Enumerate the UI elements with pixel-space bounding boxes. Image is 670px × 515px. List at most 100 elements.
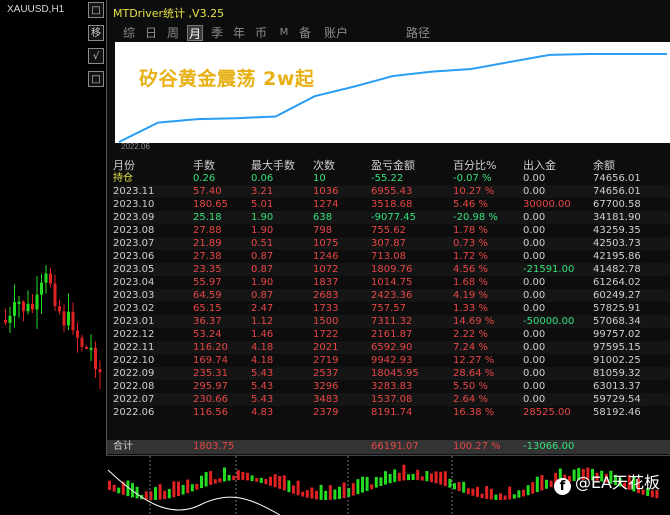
cell-lots: 64.59 [193, 290, 222, 301]
cell-month: 2023.03 [113, 290, 155, 301]
cell-max-lots: 1.46 [251, 329, 274, 340]
cell-balance: 61264.02 [593, 277, 641, 288]
candle-body [158, 484, 162, 500]
tab-10[interactable]: 路径 [403, 25, 433, 41]
panel-title: MTDriver统计 ,V3.25 [113, 7, 225, 20]
table-row: 2023.03 64.59 0.87 2683 2423.36 4.19 % 0.00 602… [113, 289, 670, 302]
cell-count: 2379 [313, 407, 339, 418]
tab-6[interactable]: 币 [253, 25, 269, 41]
cell-pnl: 3283.83 [371, 381, 413, 392]
candle-body [172, 481, 176, 498]
candle-body [407, 474, 410, 481]
cell-max-lots: 0.87 [251, 264, 274, 275]
candle-body [269, 476, 272, 486]
cell-lots: 180.65 [193, 199, 228, 210]
candle-body [508, 486, 512, 500]
candle-body [370, 484, 374, 490]
candle-body [76, 330, 79, 338]
cell-flow: -21591.00 [523, 264, 575, 275]
chart-button-check[interactable]: √ [88, 48, 104, 64]
cell-balance: 60249.27 [593, 290, 641, 301]
candle-body [305, 490, 309, 498]
total-pnl: 66191.07 [371, 441, 419, 452]
cell-max-lots: 1.90 [251, 225, 274, 236]
candle-body [494, 494, 498, 500]
candle-body [71, 311, 75, 331]
tab-1[interactable]: 日 [143, 25, 159, 41]
candle-body [35, 294, 39, 310]
cell-month: 2023.02 [113, 303, 155, 314]
table-row: 2023.10 180.65 5.01 1274 3518.68 5.46 % 30000.… [113, 198, 670, 211]
tab-8[interactable]: 备 [297, 25, 313, 41]
cell-max-lots: 1.90 [251, 212, 274, 223]
candle-body [246, 472, 249, 481]
cell-flow: 0.00 [523, 381, 546, 392]
total-percent: 100.27 % [453, 441, 501, 452]
candle-body [94, 347, 97, 370]
candle-body [241, 471, 245, 481]
tab-2[interactable]: 周 [165, 25, 181, 41]
tab-4[interactable]: 季 [209, 25, 225, 41]
cell-balance: 58192.46 [593, 407, 641, 418]
table-row: 2023.09 25.18 1.90 638 -9077.45 -20.98 % 0.00 3… [113, 211, 670, 224]
cell-lots: 25.18 [193, 212, 222, 223]
candle-body [319, 484, 323, 500]
cell-max-lots: 4.18 [251, 355, 274, 366]
tab-5[interactable]: 年 [231, 25, 247, 41]
total-lots: 1803.75 [193, 441, 235, 452]
tab-0[interactable]: 综 [121, 25, 137, 41]
table-row: 2023.04 55.97 1.90 1837 1014.75 1.68 % 0.00 612… [113, 276, 670, 289]
candle-body [425, 471, 429, 482]
chart-button-square[interactable]: □ [88, 2, 104, 18]
cell-lots: 295.97 [193, 381, 228, 392]
header-lots: 手数 [193, 159, 215, 172]
candle-body [517, 490, 521, 498]
candle-body [181, 484, 185, 495]
cell-balance: 59729.54 [593, 394, 641, 405]
cell-max-lots: 0.87 [251, 251, 274, 262]
candle-body [397, 472, 401, 482]
cell-month: 2023.09 [113, 212, 155, 223]
cell-pnl: 7311.32 [371, 316, 413, 327]
chart-button-move[interactable]: 移 [88, 25, 104, 41]
candle-body [177, 481, 180, 496]
cell-count: 638 [313, 212, 333, 223]
candle-body [351, 483, 355, 496]
cell-pnl: 2423.36 [371, 290, 413, 301]
cell-count: 1075 [313, 238, 339, 249]
candle-body [296, 480, 300, 496]
cell-pnl: 755.62 [371, 225, 406, 236]
cell-flow: 0.00 [523, 251, 546, 262]
candle-body [13, 302, 16, 316]
candle-body [480, 493, 484, 499]
cell-balance: 34181.90 [593, 212, 641, 223]
cell-percent: 2.22 % [453, 329, 488, 340]
candle-body [167, 488, 171, 499]
chart-button-square-2[interactable]: □ [88, 71, 104, 87]
watermark-text: @EA天花板 [574, 473, 660, 492]
cell-count: 798 [313, 225, 333, 236]
cell-flow: 0.00 [523, 212, 546, 223]
tab-9[interactable]: 账户 [319, 25, 353, 41]
candle-body [278, 475, 282, 489]
cell-balance: 99757.02 [593, 329, 641, 340]
cell-flow: 30000.00 [523, 199, 571, 210]
candle-body [282, 475, 286, 491]
table-header: 月份 手数 最大手数 次数 盈亏金额 百分比% 出入金 余额 [113, 159, 670, 172]
cell-month: 2023.07 [113, 238, 155, 249]
cell-month: 2022.08 [113, 381, 155, 392]
cell-balance: 74656.01 [593, 186, 641, 197]
cell-pnl: 6592.90 [371, 342, 413, 353]
tab-3[interactable]: 月 [187, 25, 203, 41]
cell-pnl: 1809.76 [371, 264, 413, 275]
candle-body [535, 476, 539, 493]
candle-body [22, 301, 25, 312]
cell-max-lots: 0.06 [251, 173, 274, 184]
header-pnl: 盈亏金额 [371, 159, 415, 172]
tab-7[interactable]: M [277, 25, 291, 41]
cell-percent: 4.19 % [453, 290, 488, 301]
candle-body [273, 474, 277, 488]
cell-pnl: 307.87 [371, 238, 406, 249]
candle-body [67, 311, 70, 326]
candle-body [259, 477, 263, 483]
